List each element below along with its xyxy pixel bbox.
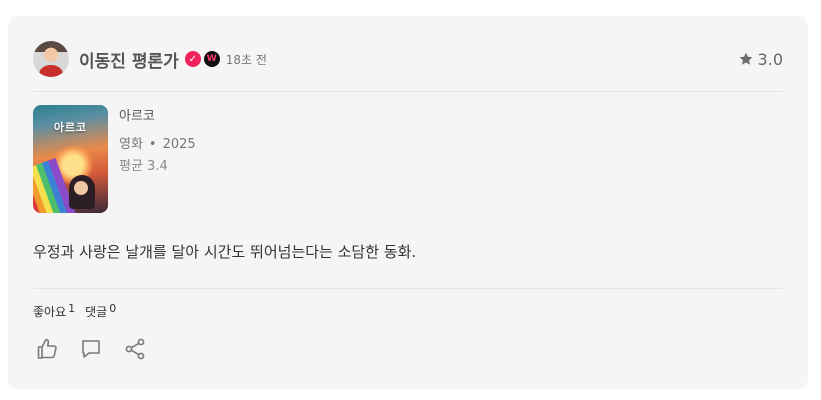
like-button[interactable] <box>34 336 60 362</box>
review-text[interactable]: 우정과 사랑은 날개를 달아 시간도 뛰어넘는다는 소담한 동화. <box>33 241 416 262</box>
comments-value: 0 <box>109 302 117 315</box>
comment-button[interactable] <box>78 336 104 362</box>
action-bar <box>34 336 148 362</box>
divider <box>33 91 783 92</box>
likes-value: 1 <box>68 302 76 315</box>
likes-label: 좋아요 <box>33 305 67 319</box>
divider <box>33 288 783 289</box>
movie-year: 2025 <box>162 137 196 152</box>
w-badge-icon: W <box>203 51 220 67</box>
review-card: 이동진 평론가 ✓ W 18초 전 3.0 아르코 아르코 영화 • 2025 평균… <box>8 16 808 389</box>
comment-icon <box>82 340 100 358</box>
likes-count[interactable]: 좋아요 1 <box>33 302 75 320</box>
rating: 3.0 <box>738 50 783 69</box>
star-icon <box>739 52 752 65</box>
username[interactable]: 이동진 평론가 <box>79 47 179 72</box>
separator-dot: • <box>148 137 157 152</box>
movie-poster[interactable]: 아르코 <box>33 105 108 213</box>
thumbs-up-icon <box>37 338 57 359</box>
rating-value: 3.0 <box>757 49 783 69</box>
poster-face <box>74 181 88 195</box>
share-button[interactable] <box>122 336 148 362</box>
movie-category: 영화 <box>119 137 143 152</box>
comments-count[interactable]: 댓글 0 <box>85 302 116 320</box>
comments-label: 댓글 <box>85 305 108 319</box>
poster-title: 아르코 <box>53 121 88 134</box>
check-badge-icon: ✓ <box>184 51 201 67</box>
reaction-counts: 좋아요 1 댓글 0 <box>33 302 116 320</box>
movie-info-block[interactable]: 아르코 아르코 영화 • 2025 평균 3.4 <box>33 105 196 213</box>
movie-info: 영화 • 2025 <box>119 133 196 152</box>
movie-average: 평균 3.4 <box>119 159 168 174</box>
movie-title[interactable]: 아르코 <box>119 105 196 124</box>
avatar[interactable] <box>33 41 69 77</box>
timestamp: 18초 전 <box>225 52 267 67</box>
share-icon <box>125 338 145 360</box>
review-header: 이동진 평론가 ✓ W 18초 전 3.0 <box>33 41 783 77</box>
movie-meta: 아르코 영화 • 2025 평균 3.4 <box>119 105 196 213</box>
